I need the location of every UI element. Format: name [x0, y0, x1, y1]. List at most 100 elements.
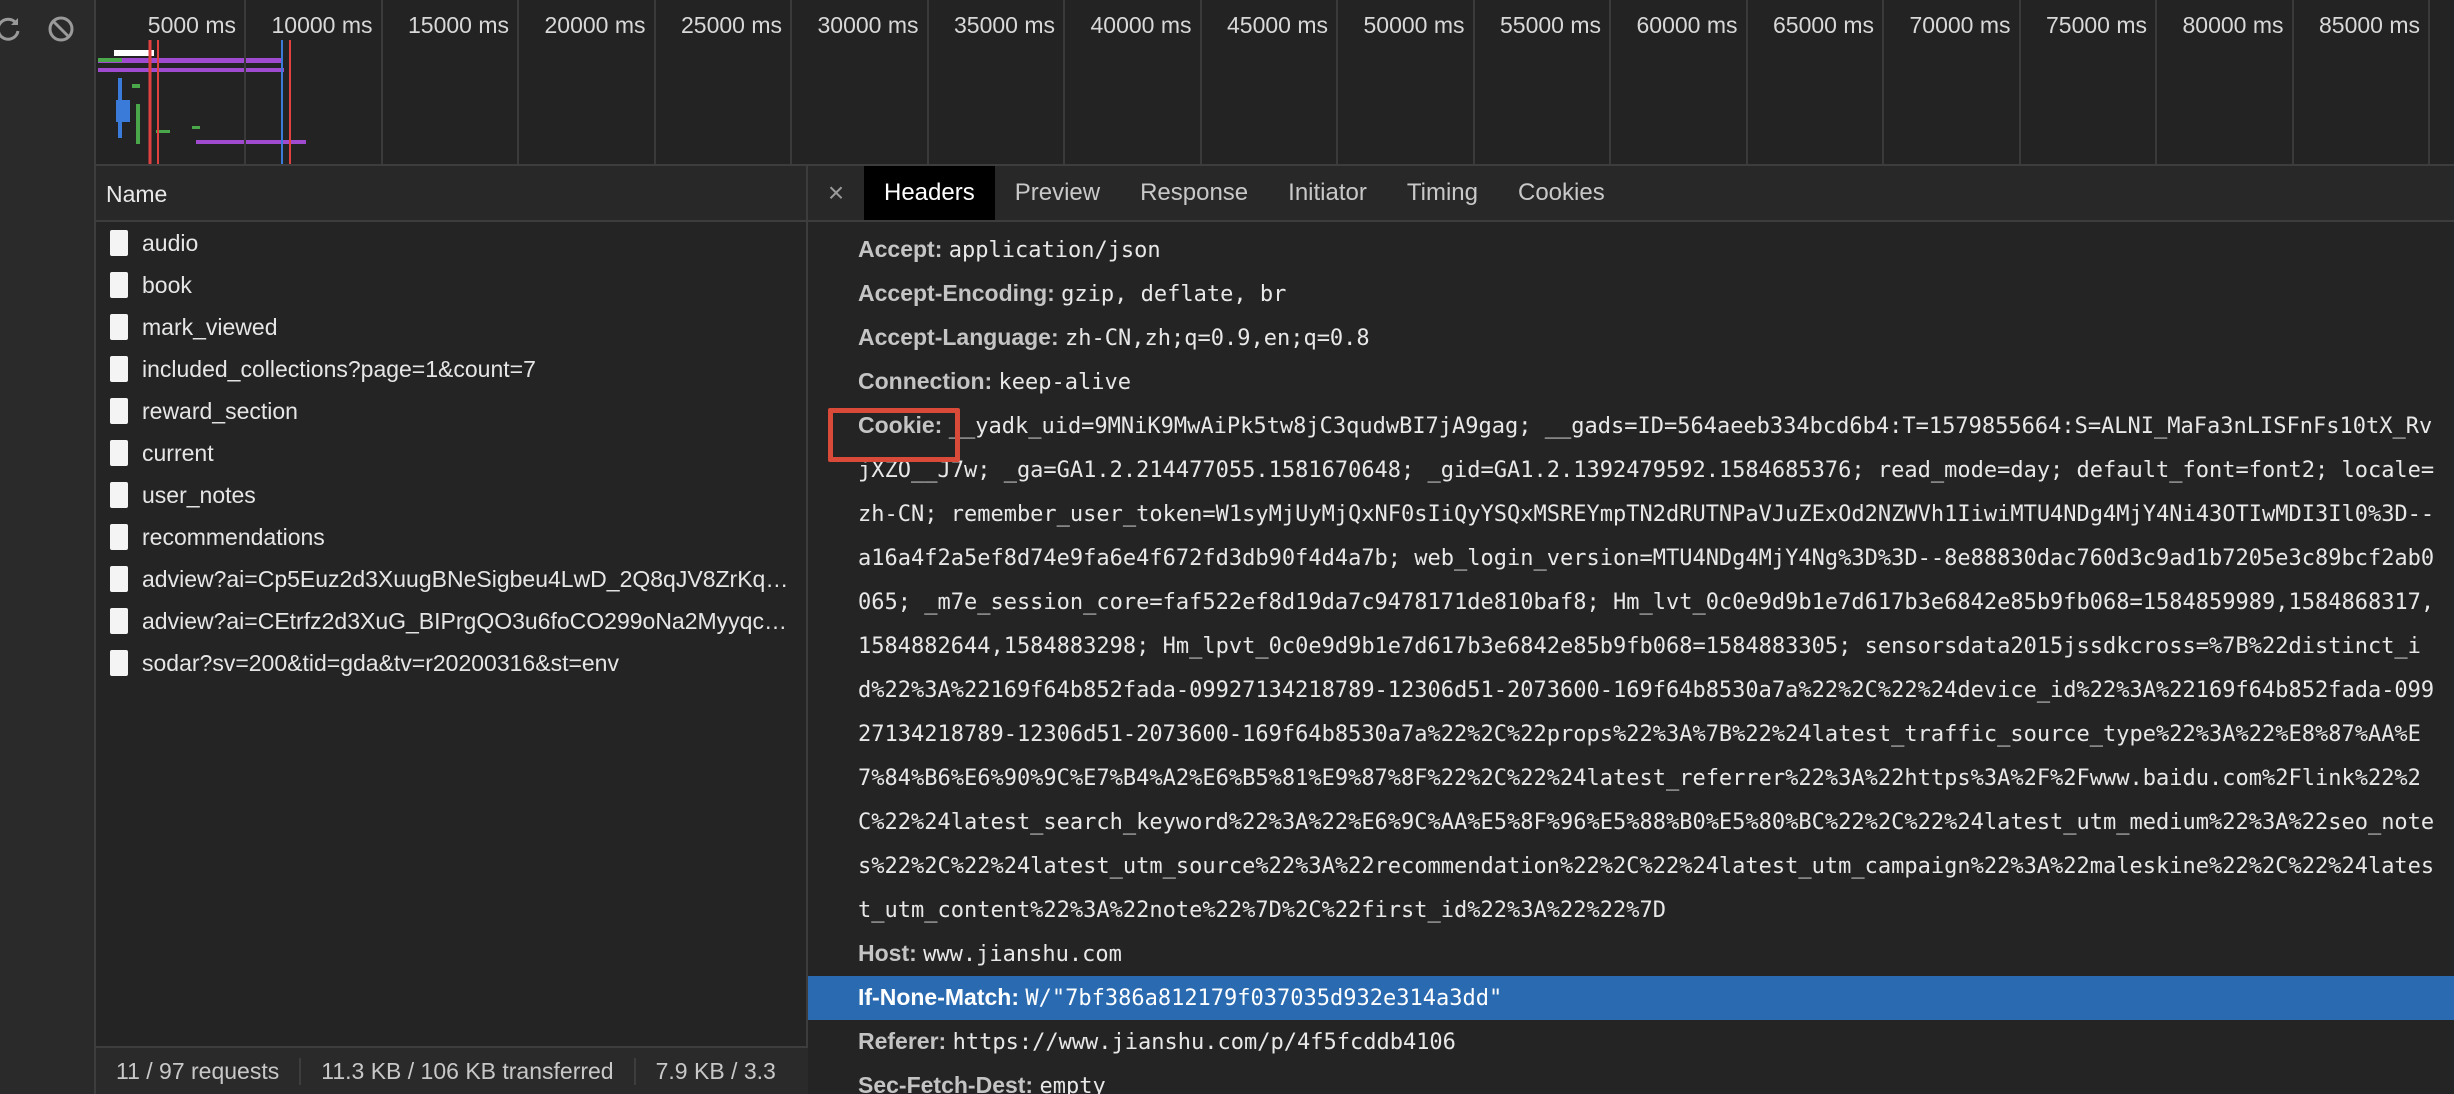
waterfall-bar [98, 58, 282, 63]
waterfall-bar [114, 50, 154, 56]
waterfall-bar [136, 104, 140, 144]
timeline-tick-label: 70000 ms [1909, 12, 2011, 38]
header-value: www.jianshu.com [923, 942, 1122, 967]
header-value: gzip, deflate, br [1061, 282, 1287, 307]
timeline-tick-label: 65000 ms [1772, 12, 1874, 38]
request-list: Name audio book mark_viewed included_collec… [96, 166, 808, 1046]
document-icon [110, 650, 128, 676]
request-row[interactable]: sodar?sv=200&tid=gda&tv=r20200316&st=env [96, 642, 806, 684]
timeline-tick [2428, 0, 2430, 164]
header-row[interactable]: Accept-Encoding: gzip, deflate, br [808, 272, 2454, 316]
timeline-tick-label: 55000 ms [1499, 12, 1601, 38]
header-row[interactable]: Host: www.jianshu.com [808, 932, 2454, 976]
header-value: empty [1039, 1074, 1106, 1094]
request-name: adview?ai=CEtrfz2d3XuG_BIPrgQO3u6foCO299… [142, 607, 792, 634]
tab-initiator[interactable]: Initiator [1268, 166, 1387, 220]
request-rows: audio book mark_viewed included_collections… [96, 222, 806, 684]
document-icon [110, 440, 128, 466]
waterfall-bar [98, 58, 122, 62]
request-row[interactable]: included_collections?page=1&count=7 [96, 348, 806, 390]
header-row-cookie[interactable]: Cookie: __yadk_uid=9MNiK9MwAiPk5tw8jC3qu… [808, 404, 2454, 932]
timeline-tick-label: 30000 ms [817, 12, 919, 38]
waterfall-bar [98, 68, 284, 72]
request-name: sodar?sv=200&tid=gda&tv=r20200316&st=env [142, 649, 619, 676]
request-row[interactable]: adview?ai=Cp5Euz2d3XuugBNeSigbeu4LwD_2Q8… [96, 558, 806, 600]
timeline-tick-label: 60000 ms [1636, 12, 1738, 38]
headers-group: Host: www.jianshu.com If-None-Match: W/"7… [808, 932, 2454, 1094]
close-detail-button[interactable]: × [808, 166, 864, 220]
timeline-tick [926, 0, 929, 164]
timeline-tick-label: 75000 ms [2045, 12, 2147, 38]
request-name: adview?ai=Cp5Euz2d3XuugBNeSigbeu4LwD_2Q8… [142, 565, 792, 592]
document-icon [110, 608, 128, 634]
request-row[interactable]: current [96, 432, 806, 474]
timeline-tick [244, 0, 246, 164]
timeline-tick [2018, 0, 2021, 164]
tab-timing[interactable]: Timing [1387, 166, 1498, 220]
block-icon[interactable] [46, 14, 76, 44]
header-key: Accept-Language: [858, 324, 1059, 350]
waterfall-bar [192, 126, 200, 129]
header-key: Sec-Fetch-Dest: [858, 1072, 1034, 1094]
reload-icon[interactable] [0, 14, 24, 44]
header-key: Accept-Encoding: [858, 280, 1055, 306]
timeline-tick [653, 0, 656, 164]
tab-headers[interactable]: Headers [864, 166, 995, 220]
timeline-tick-label: 50000 ms [1363, 12, 1465, 38]
timeline-tick [790, 0, 792, 164]
resource-size: 7.9 KB / 3.3 [655, 1057, 776, 1084]
header-value: __yadk_uid=9MNiK9MwAiPk5tw8jC3qudwBI7jA9… [858, 414, 2435, 923]
request-name: reward_section [142, 397, 298, 424]
request-row[interactable]: reward_section [96, 390, 806, 432]
request-name: recommendations [142, 523, 325, 550]
transferred-size: 11.3 KB / 106 KB transferred [301, 1057, 636, 1085]
document-icon [110, 356, 128, 382]
header-row[interactable]: Referer: https://www.jianshu.com/p/4f5fc… [808, 1020, 2454, 1064]
request-row[interactable]: audio [96, 222, 806, 264]
request-name: included_collections?page=1&count=7 [142, 355, 536, 382]
name-column-header[interactable]: Name [96, 166, 806, 222]
timeline-tick-label: 40000 ms [1090, 12, 1192, 38]
document-icon [110, 314, 128, 340]
request-row[interactable]: adview?ai=CEtrfz2d3XuG_BIPrgQO3u6foCO299… [96, 600, 806, 642]
header-key: Connection: [858, 368, 993, 394]
timeline-tick-label: 25000 ms [680, 12, 782, 38]
request-name: current [142, 439, 214, 466]
document-icon [110, 482, 128, 508]
timeline-overview[interactable]: 5000 ms 10000 ms 15000 ms 20000 ms 25000 ms 3… [96, 0, 2454, 166]
timeline-tick [1472, 0, 1475, 164]
tab-response[interactable]: Response [1120, 166, 1268, 220]
request-row[interactable]: user_notes [96, 474, 806, 516]
timeline-tick-label: 15000 ms [407, 12, 509, 38]
timeline-tick [2155, 0, 2157, 164]
waterfall-bar [118, 78, 122, 138]
detail-tabs: × Headers Preview Response Initiator Timing C… [808, 166, 2454, 222]
timeline-tick-label: 5000 ms [147, 12, 236, 38]
timeline-tick [517, 0, 519, 164]
timeline-tick [1745, 0, 1748, 164]
document-icon [110, 566, 128, 592]
header-value: zh-CN,zh;q=0.9,en;q=0.8 [1065, 326, 1370, 351]
header-row[interactable]: Accept-Language: zh-CN,zh;q=0.9,en;q=0.8 [808, 316, 2454, 360]
timeline-tick [1199, 0, 1202, 164]
request-row[interactable]: recommendations [96, 516, 806, 558]
header-row[interactable]: Sec-Fetch-Dest: empty [808, 1064, 2454, 1094]
timeline-tick [1882, 0, 1884, 164]
timeline-tick-label: 35000 ms [953, 12, 1055, 38]
document-icon [110, 230, 128, 256]
header-row[interactable]: If-None-Match: W/"7bf386a812179f037035d9… [808, 976, 2454, 1020]
request-row[interactable]: book [96, 264, 806, 306]
timeline-tick [1609, 0, 1611, 164]
header-row[interactable]: Accept: application/json [808, 228, 2454, 272]
timeline-tick-label: 20000 ms [544, 12, 646, 38]
request-row[interactable]: mark_viewed [96, 306, 806, 348]
tab-preview[interactable]: Preview [995, 166, 1120, 220]
tab-cookies[interactable]: Cookies [1498, 166, 1625, 220]
header-row[interactable]: Connection: keep-alive [808, 360, 2454, 404]
timeline-tick [1336, 0, 1338, 164]
header-key: If-None-Match: [858, 984, 1019, 1010]
header-value: https://www.jianshu.com/p/4f5fcddb4106 [952, 1030, 1456, 1055]
headers-group: Accept: application/json Accept-Encoding:… [808, 228, 2454, 404]
cookie-highlight-box [828, 408, 960, 462]
timeline-tick [2291, 0, 2294, 164]
